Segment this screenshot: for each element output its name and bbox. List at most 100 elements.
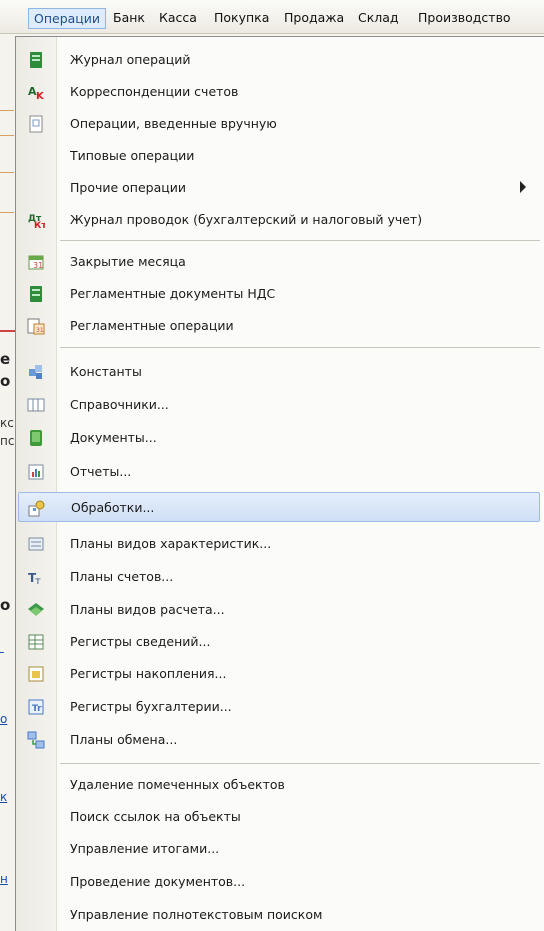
- menu-item-delete-marked[interactable]: Удаление помеченных объектов: [18, 770, 540, 800]
- menu-item-other-operations[interactable]: Прочие операции: [18, 173, 540, 203]
- postings-journal-icon: ДтКт: [28, 214, 45, 229]
- menu-bank[interactable]: Банк: [108, 8, 150, 29]
- menu-item-scheduled-operations[interactable]: 31 Регламентные операции: [18, 311, 540, 341]
- menu-item-exchange-plans[interactable]: Планы обмена...: [18, 725, 540, 755]
- menu-item-label: Поиск ссылок на объекты: [70, 809, 241, 824]
- menu-separator: [60, 347, 540, 348]
- menu-separator: [60, 763, 540, 764]
- menu-operations[interactable]: Операции: [28, 8, 107, 29]
- background-link: н: [0, 872, 8, 886]
- menu-item-fulltext-search[interactable]: Управление полнотекстовым поиском: [18, 900, 540, 930]
- vat-documents-icon: [30, 286, 42, 302]
- menu-item-chart-of-accounts[interactable]: Tт Планы счетов...: [18, 562, 540, 592]
- menu-item-label: Обработки...: [71, 500, 155, 515]
- svg-text:31: 31: [36, 327, 44, 334]
- background-text: пс: [0, 434, 15, 448]
- menu-item-label: Прочие операции: [70, 180, 187, 195]
- background-divider: [0, 212, 14, 213]
- menu-item-accounting-registers[interactable]: Tr Регистры бухгалтерии...: [18, 692, 540, 722]
- menu-item-label: Планы обмена...: [70, 732, 178, 747]
- operations-dropdown-menu: Журнал операций AK Корреспонденции счето…: [15, 36, 544, 931]
- background-divider: [0, 110, 14, 111]
- documents-icon: [30, 430, 42, 446]
- menu-item-find-references[interactable]: Поиск ссылок на объекты: [18, 802, 540, 832]
- menu-sales[interactable]: Продажа: [279, 8, 349, 29]
- menu-item-totals-management[interactable]: Управление итогами...: [18, 834, 540, 864]
- menu-item-label: Документы...: [70, 430, 157, 445]
- menu-item-manual-operations[interactable]: Операции, введенные вручную: [18, 109, 540, 139]
- background-text: е: [0, 350, 11, 368]
- menu-cash[interactable]: Касса: [154, 8, 202, 29]
- menu-item-documents[interactable]: Документы...: [18, 423, 540, 453]
- menu-item-month-close[interactable]: 31 Закрытие месяца: [18, 247, 540, 277]
- exchange-plans-icon: [27, 731, 45, 749]
- catalogs-icon: [27, 398, 45, 412]
- accumulation-registers-icon: [28, 666, 44, 682]
- menu-item-reports[interactable]: Отчеты...: [18, 457, 540, 487]
- background-link: о: [0, 712, 8, 726]
- constants-icon: [29, 365, 42, 379]
- menu-item-postings-journal[interactable]: Дт Кт Журнал проводок (бухгалтерский и на…: [18, 205, 540, 235]
- menu-item-label: Удаление помеченных объектов: [70, 777, 285, 792]
- menu-item-calculation-types[interactable]: Планы видов расчета...: [18, 595, 540, 625]
- menu-item-document-posting[interactable]: Проведение документов...: [18, 867, 540, 897]
- manual-operations-icon: [29, 115, 43, 133]
- background-link: к: [0, 790, 8, 804]
- background-text: о: [0, 372, 11, 390]
- menu-item-label: Справочники...: [70, 397, 169, 412]
- menubar: Операции Банк Касса Покупка Продажа Скла…: [0, 0, 544, 34]
- menu-item-account-correspondence[interactable]: AK Корреспонденции счетов: [18, 77, 540, 107]
- background-text: о: [0, 596, 11, 614]
- svg-text:K: K: [36, 91, 45, 101]
- menu-item-operations-journal[interactable]: Журнал операций: [18, 45, 540, 75]
- menu-item-label: Константы: [70, 364, 142, 379]
- background-divider: [0, 330, 16, 332]
- menu-item-label: Планы видов расчета...: [70, 602, 225, 617]
- chart-of-accounts-icon: Tт: [28, 571, 41, 586]
- menu-separator: [60, 240, 540, 241]
- month-close-icon: 31: [28, 255, 44, 270]
- journal-icon: [30, 52, 42, 68]
- menu-item-catalogs[interactable]: Справочники...: [18, 390, 540, 420]
- svg-text:Tr: Tr: [32, 704, 42, 714]
- menu-item-label: Регистры сведений...: [70, 634, 211, 649]
- background-divider: [0, 135, 14, 136]
- menu-item-label: Планы видов характеристик...: [70, 536, 272, 551]
- menu-item-constants[interactable]: Константы: [18, 357, 540, 387]
- submenu-arrow-icon: [520, 181, 526, 193]
- menu-item-vat-documents[interactable]: Регламентные документы НДС: [18, 279, 540, 309]
- menu-item-label: Типовые операции: [70, 148, 195, 163]
- background-link: [0, 640, 4, 654]
- menu-item-label: Регистры накопления...: [70, 666, 227, 681]
- menu-item-data-processors[interactable]: Обработки...: [18, 492, 540, 522]
- reports-icon: [28, 464, 44, 480]
- account-correspondence-icon: AK: [28, 85, 45, 101]
- data-processors-icon: [28, 500, 45, 517]
- menu-item-label: Журнал операций: [70, 52, 191, 67]
- characteristic-types-icon: [28, 537, 44, 551]
- menu-item-info-registers[interactable]: Регистры сведений...: [18, 627, 540, 657]
- menu-item-label: Журнал проводок (бухгалтерский и налогов…: [70, 212, 423, 227]
- scheduled-operations-icon: 31: [27, 318, 45, 335]
- menu-item-label: Регистры бухгалтерии...: [70, 699, 232, 714]
- menu-purchase[interactable]: Покупка: [209, 8, 274, 29]
- svg-text:Кт: Кт: [34, 221, 45, 229]
- calculation-types-icon: [28, 603, 44, 616]
- menu-item-accumulation-registers[interactable]: Регистры накопления...: [18, 659, 540, 689]
- svg-text:31: 31: [33, 261, 43, 270]
- svg-text:т: т: [35, 576, 41, 586]
- info-registers-icon: [28, 634, 44, 650]
- menu-item-characteristic-types[interactable]: Планы видов характеристик...: [18, 529, 540, 559]
- menu-item-label: Операции, введенные вручную: [70, 116, 277, 131]
- accounting-registers-icon: Tr: [28, 699, 44, 715]
- menu-item-label: Планы счетов...: [70, 569, 174, 584]
- menu-production[interactable]: Производство: [413, 8, 516, 29]
- menu-warehouse[interactable]: Склад: [353, 8, 404, 29]
- menu-item-label: Закрытие месяца: [70, 254, 186, 269]
- menu-item-label: Отчеты...: [70, 464, 132, 479]
- menu-item-typical-operations[interactable]: Типовые операции: [18, 141, 540, 171]
- menu-item-label: Проведение документов...: [70, 874, 246, 889]
- menu-item-label: Корреспонденции счетов: [70, 84, 239, 99]
- background-text: кс: [0, 416, 14, 430]
- menu-item-label: Регламентные документы НДС: [70, 286, 276, 301]
